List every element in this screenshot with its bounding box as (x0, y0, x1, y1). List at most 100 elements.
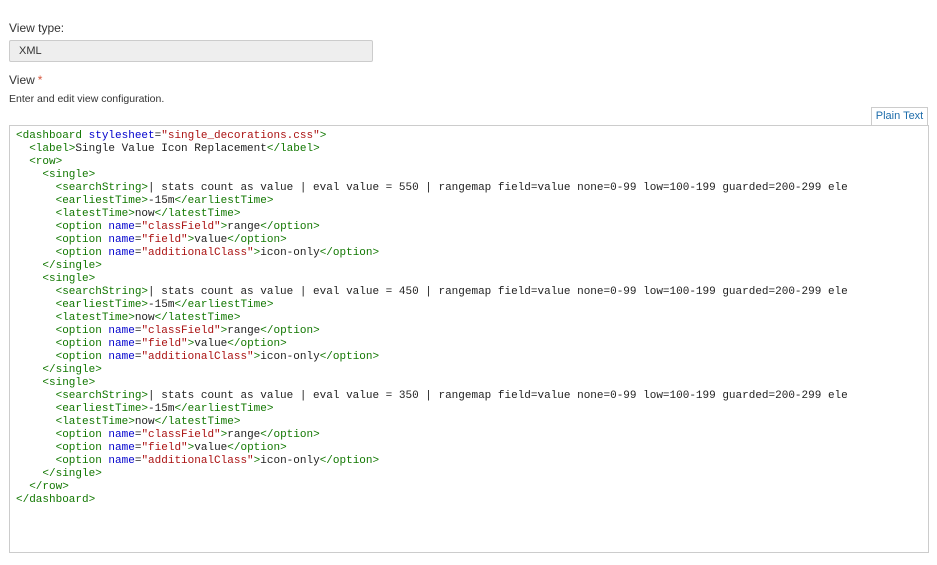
code-line: <earliestTime>-15m</earliestTime> (16, 299, 848, 312)
view-label: View * (9, 73, 42, 87)
code-token-attr: name (108, 234, 135, 246)
code-token-tag: <searchString> (55, 390, 149, 402)
code-token-txt: range (227, 221, 261, 233)
code-token-tag: </single> (42, 364, 102, 376)
code-token-attr: name (108, 442, 135, 454)
code-token-attr: name (108, 247, 135, 259)
code-token-tag: </single> (42, 468, 102, 480)
code-token-tag: <option (55, 455, 109, 467)
view-type-value: XML (19, 45, 42, 57)
code-token-tag: </option> (319, 351, 380, 363)
code-token-tag: > (319, 130, 327, 142)
code-token-tag: <latestTime> (55, 416, 135, 428)
code-line: <label>Single Value Icon Replacement</la… (16, 143, 848, 156)
view-type-label: View type: (9, 21, 65, 35)
code-line: <latestTime>now</latestTime> (16, 208, 848, 221)
code-token-tag: </option> (227, 234, 287, 246)
code-token-txt: now (134, 312, 155, 324)
code-line: <option name="classField">range</option> (16, 429, 848, 442)
code-token-tag: <searchString> (55, 286, 149, 298)
code-token-tag: </option> (319, 247, 380, 259)
code-token-str: "field" (141, 338, 188, 350)
code-line: <option name="additionalClass">icon-only… (16, 351, 848, 364)
code-line: <searchString>| stats count as value | e… (16, 390, 848, 403)
code-editor[interactable]: <dashboard stylesheet="single_decoration… (9, 125, 929, 553)
code-token-str: "field" (141, 234, 188, 246)
code-line: </single> (16, 364, 848, 377)
code-line: <single> (16, 273, 848, 286)
code-token-tag: </option> (319, 455, 380, 467)
code-line: <searchString>| stats count as value | e… (16, 182, 848, 195)
code-token-str: "additionalClass" (141, 351, 254, 363)
code-token-attr: name (108, 455, 135, 467)
code-token-txt: range (227, 429, 261, 441)
code-token-str: "classField" (141, 429, 221, 441)
code-token-txt: icon-only (260, 247, 320, 259)
code-line: <option name="classField">range</option> (16, 221, 848, 234)
code-token-tag: <latestTime> (55, 208, 135, 220)
code-token-tag: <label> (29, 143, 76, 155)
code-line: <option name="classField">range</option> (16, 325, 848, 338)
code-line: <option name="additionalClass">icon-only… (16, 455, 848, 468)
code-token-tag: <searchString> (55, 182, 149, 194)
required-marker: * (37, 73, 43, 87)
code-token-tag: <single> (42, 377, 96, 389)
code-token-tag: </option> (227, 338, 287, 350)
code-token-tag: </row> (29, 481, 69, 493)
code-token-tag: <latestTime> (55, 312, 135, 324)
code-token-attr: stylesheet (88, 130, 155, 142)
code-token-tag: </dashboard> (16, 494, 96, 506)
code-token-str: "additionalClass" (141, 247, 254, 259)
code-token-txt: now (134, 208, 155, 220)
code-token-tag: </earliestTime> (174, 195, 274, 207)
code-token-tag: <option (55, 442, 109, 454)
code-token-txt: | stats count as value | eval value = 45… (148, 286, 848, 298)
code-token-tag: <option (55, 247, 109, 259)
code-token-txt: icon-only (260, 351, 320, 363)
code-line: <single> (16, 377, 848, 390)
code-line: </single> (16, 468, 848, 481)
help-text: Enter and edit view configuration. (9, 93, 165, 105)
code-token-attr: name (108, 221, 135, 233)
code-line: <latestTime>now</latestTime> (16, 312, 848, 325)
code-line: <option name="field">value</option> (16, 338, 848, 351)
code-token-str: "classField" (141, 325, 221, 337)
code-token-txt: value (194, 338, 228, 350)
code-line: <single> (16, 169, 848, 182)
code-token-attr: name (108, 325, 135, 337)
code-token-tag: <earliestTime> (55, 403, 149, 415)
plain-text-button[interactable]: Plain Text (871, 107, 928, 125)
code-token-tag: <earliestTime> (55, 195, 149, 207)
code-token-tag: </label> (266, 143, 320, 155)
code-token-attr: name (108, 351, 135, 363)
code-line: <earliestTime>-15m</earliestTime> (16, 195, 848, 208)
code-token-txt: -15m (148, 195, 175, 207)
code-token-txt: | stats count as value | eval value = 55… (148, 182, 848, 194)
code-token-str: "single_decorations.css" (161, 130, 320, 142)
view-type-field: XML (9, 40, 373, 62)
code-token-tag: </earliestTime> (174, 299, 274, 311)
code-token-attr: name (108, 338, 135, 350)
code-token-tag: <earliestTime> (55, 299, 149, 311)
